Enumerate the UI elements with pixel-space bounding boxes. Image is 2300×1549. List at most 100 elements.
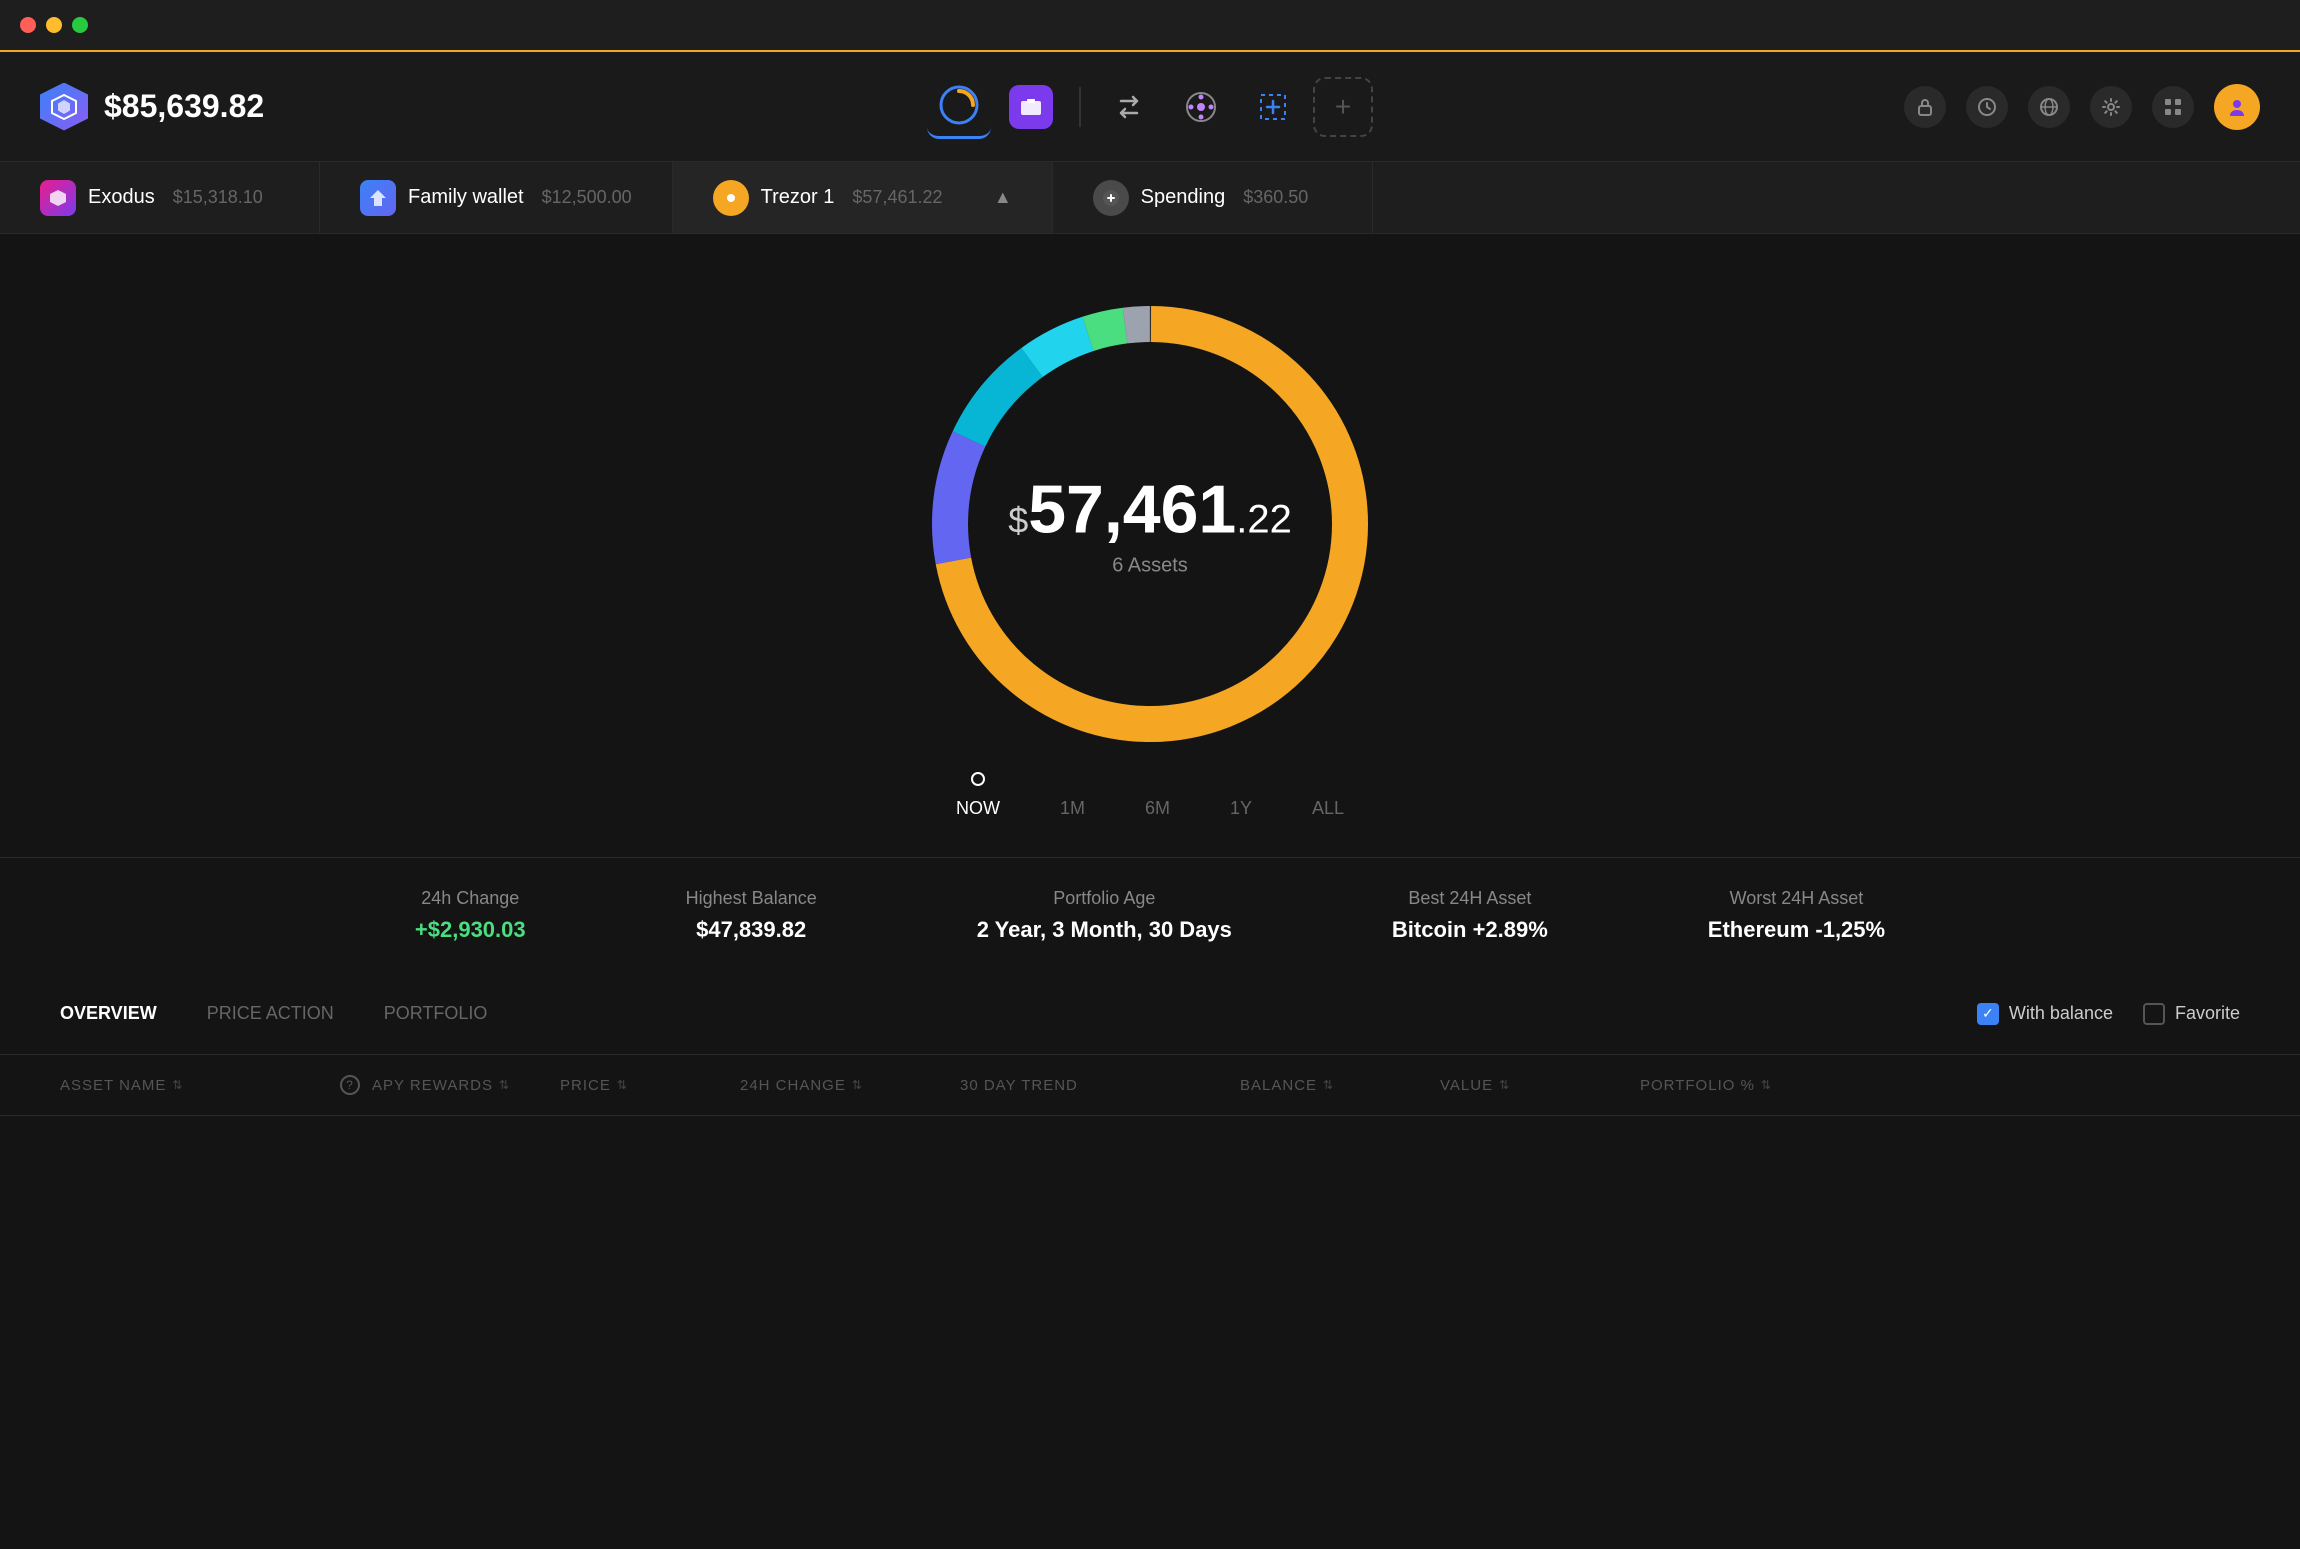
time-option-1y[interactable]: 1Y bbox=[1230, 790, 1252, 827]
lock-icon[interactable] bbox=[1904, 86, 1946, 128]
window-controls bbox=[20, 17, 88, 33]
th-apy-rewards[interactable]: ? APY REWARDS ⇅ bbox=[340, 1075, 560, 1095]
history-icon[interactable] bbox=[1966, 86, 2008, 128]
wallet-name-exodus: Exodus bbox=[88, 186, 155, 209]
sort-icon-value: ⇅ bbox=[1499, 1078, 1510, 1092]
settings-icon[interactable] bbox=[2090, 86, 2132, 128]
family-icon bbox=[360, 180, 396, 216]
exodus-icon bbox=[40, 180, 76, 216]
header-right bbox=[1904, 84, 2260, 130]
wallet-balance-family: $12,500.00 bbox=[542, 187, 632, 208]
donut-main: 57,461 bbox=[1028, 472, 1236, 548]
nav-divider bbox=[1079, 87, 1081, 127]
time-option-1m[interactable]: 1M bbox=[1060, 790, 1085, 827]
nav-tab-add[interactable]: + bbox=[1313, 77, 1373, 137]
logo-area: $85,639.82 bbox=[40, 83, 300, 131]
th-asset-name[interactable]: ASSET NAME ⇅ bbox=[60, 1075, 340, 1095]
tab-price-action[interactable]: PRICE ACTION bbox=[207, 993, 334, 1034]
wallet-tab-exodus[interactable]: Exodus $15,318.10 bbox=[0, 162, 320, 233]
spending-icon bbox=[1093, 180, 1129, 216]
user-avatar[interactable] bbox=[2214, 84, 2260, 130]
stat-highest-balance: Highest Balance $47,839.82 bbox=[686, 888, 817, 943]
stat-portfolio-age: Portfolio Age 2 Year, 3 Month, 30 Days bbox=[977, 888, 1232, 943]
app-logo[interactable] bbox=[40, 83, 88, 131]
with-balance-checkbox[interactable]: ✓ bbox=[1977, 1003, 1999, 1025]
sort-icon-balance: ⇅ bbox=[1323, 1078, 1334, 1092]
time-option-6m[interactable]: 6M bbox=[1145, 790, 1170, 827]
sort-icon-change: ⇅ bbox=[852, 1078, 863, 1092]
maximize-button[interactable] bbox=[72, 17, 88, 33]
stats-row: 24h Change +$2,930.03 Highest Balance $4… bbox=[0, 857, 2300, 973]
nav-tab-swap[interactable] bbox=[1097, 75, 1161, 139]
favorite-filter[interactable]: Favorite bbox=[2143, 1003, 2240, 1025]
nav-tabs: + bbox=[927, 75, 1373, 139]
donut-amount: $57,461.22 bbox=[1008, 471, 1292, 549]
wallet-tabs: Exodus $15,318.10 Family wallet $12,500.… bbox=[0, 162, 2300, 234]
wallet-balance-exodus: $15,318.10 bbox=[173, 187, 263, 208]
nav-tab-portfolio[interactable] bbox=[999, 75, 1063, 139]
header: $85,639.82 bbox=[0, 52, 2300, 162]
sort-icon-apy: ⇅ bbox=[499, 1078, 510, 1092]
donut-center: $57,461.22 6 Assets bbox=[1008, 471, 1292, 578]
time-selector: NOW 1M 6M 1Y ALL bbox=[956, 790, 1344, 827]
with-balance-filter[interactable]: ✓ With balance bbox=[1977, 1003, 2113, 1025]
stat-24h-change: 24h Change +$2,930.03 bbox=[415, 888, 526, 943]
nav-tab-defi[interactable] bbox=[1241, 75, 1305, 139]
nav-tab-overview[interactable] bbox=[927, 75, 991, 139]
stat-label-24h: 24h Change bbox=[415, 888, 526, 909]
donut-assets: 6 Assets bbox=[1008, 555, 1292, 578]
minimize-button[interactable] bbox=[46, 17, 62, 33]
wallet-name-family: Family wallet bbox=[408, 186, 524, 209]
tab-overview[interactable]: OVERVIEW bbox=[60, 993, 157, 1034]
th-balance[interactable]: BALANCE ⇅ bbox=[1240, 1075, 1440, 1095]
trezor-expand-icon[interactable]: ▲ bbox=[994, 187, 1012, 208]
time-option-now[interactable]: NOW bbox=[956, 790, 1000, 827]
sort-icon-price: ⇅ bbox=[617, 1078, 628, 1092]
th-24h-change[interactable]: 24H CHANGE ⇅ bbox=[740, 1075, 960, 1095]
stat-label-highest: Highest Balance bbox=[686, 888, 817, 909]
stat-label-worst: Worst 24H Asset bbox=[1708, 888, 1885, 909]
time-dot bbox=[971, 772, 985, 786]
wallet-tab-spending[interactable]: Spending $360.50 bbox=[1053, 162, 1373, 233]
favorite-label: Favorite bbox=[2175, 1003, 2240, 1024]
with-balance-label: With balance bbox=[2009, 1003, 2113, 1024]
trezor-icon bbox=[713, 180, 749, 216]
stat-best-asset: Best 24H Asset Bitcoin +2.89% bbox=[1392, 888, 1548, 943]
stat-label-age: Portfolio Age bbox=[977, 888, 1232, 909]
stat-value-24h: +$2,930.03 bbox=[415, 917, 526, 943]
network-icon[interactable] bbox=[2028, 86, 2070, 128]
stat-value-worst: Ethereum -1,25% bbox=[1708, 917, 1885, 943]
tabs-section: OVERVIEW PRICE ACTION PORTFOLIO ✓ With b… bbox=[0, 973, 2300, 1055]
tab-right: ✓ With balance Favorite bbox=[1977, 1003, 2240, 1025]
donut-dollar: $ bbox=[1008, 500, 1028, 541]
th-price[interactable]: PRICE ⇅ bbox=[560, 1075, 740, 1095]
stat-worst-asset: Worst 24H Asset Ethereum -1,25% bbox=[1708, 888, 1885, 943]
wallet-tab-family[interactable]: Family wallet $12,500.00 bbox=[320, 162, 673, 233]
tab-portfolio[interactable]: PORTFOLIO bbox=[384, 993, 488, 1034]
th-value[interactable]: VALUE ⇅ bbox=[1440, 1075, 1640, 1095]
stat-value-best: Bitcoin +2.89% bbox=[1392, 917, 1548, 943]
stat-value-highest: $47,839.82 bbox=[686, 917, 817, 943]
main-content: $57,461.22 6 Assets NOW 1M 6M 1Y ALL bbox=[0, 234, 2300, 1549]
wallet-name-trezor: Trezor 1 bbox=[761, 186, 835, 209]
th-30-day-trend: 30 DAY TREND bbox=[960, 1075, 1240, 1095]
sort-icon-asset: ⇅ bbox=[172, 1078, 183, 1092]
time-option-all[interactable]: ALL bbox=[1312, 790, 1344, 827]
sort-icon-portfolio: ⇅ bbox=[1761, 1078, 1772, 1092]
wallet-name-spending: Spending bbox=[1141, 186, 1226, 209]
th-portfolio-pct[interactable]: PORTFOLIO % ⇅ bbox=[1640, 1075, 1840, 1095]
stat-label-best: Best 24H Asset bbox=[1392, 888, 1548, 909]
wallet-tab-trezor[interactable]: Trezor 1 $57,461.22 ▲ bbox=[673, 162, 1053, 233]
grid-icon[interactable] bbox=[2152, 86, 2194, 128]
table-header: ASSET NAME ⇅ ? APY REWARDS ⇅ PRICE ⇅ 24H… bbox=[0, 1055, 2300, 1116]
donut-decimal: .22 bbox=[1236, 498, 1292, 542]
stat-value-age: 2 Year, 3 Month, 30 Days bbox=[977, 917, 1232, 943]
favorite-checkbox[interactable] bbox=[2143, 1003, 2165, 1025]
wallet-balance-trezor: $57,461.22 bbox=[852, 187, 942, 208]
nav-tab-apps[interactable] bbox=[1169, 75, 1233, 139]
titlebar bbox=[0, 0, 2300, 52]
wallet-balance-spending: $360.50 bbox=[1243, 187, 1308, 208]
close-button[interactable] bbox=[20, 17, 36, 33]
donut-chart: $57,461.22 6 Assets bbox=[900, 274, 1400, 774]
apy-info-icon: ? bbox=[340, 1075, 360, 1095]
